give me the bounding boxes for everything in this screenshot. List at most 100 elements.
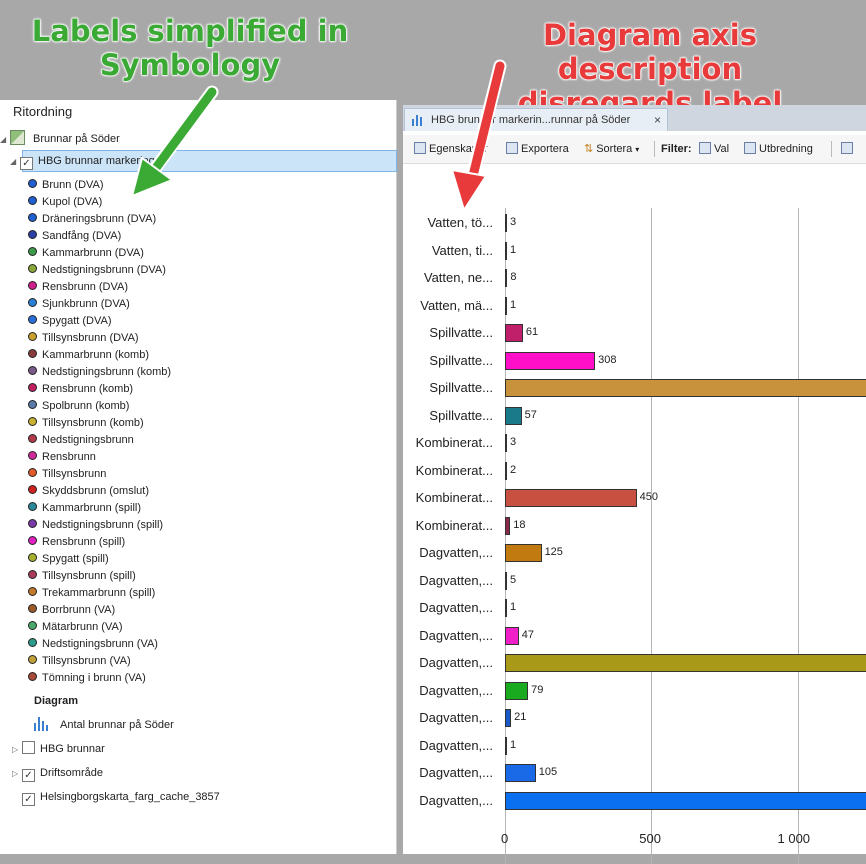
chart-bar[interactable] [505, 544, 542, 562]
legend-symbol-icon [28, 604, 37, 613]
chart-bar[interactable] [505, 406, 522, 425]
legend-item[interactable]: Dräneringsbrunn (DVA) [28, 211, 171, 228]
chart-bar[interactable] [505, 461, 507, 480]
expand-icon[interactable]: ▷ [12, 766, 20, 782]
toolbar-separator [654, 141, 655, 157]
chart-bar[interactable] [505, 764, 536, 782]
legend-item[interactable]: Spolbrunn (komb) [28, 398, 171, 415]
layer-basemap[interactable]: ✓ Helsingborgskarta_farg_cache_3857 [22, 789, 220, 806]
data-label: 8 [510, 271, 517, 283]
legend-item[interactable]: Nedstigningsbrunn (VA) [28, 636, 171, 653]
layer-visibility-checkbox[interactable]: ✓ [20, 157, 33, 170]
export-button[interactable]: Exportera [506, 140, 569, 158]
legend-item[interactable]: Tillsynsbrunn (komb) [28, 415, 171, 432]
chart-bar[interactable] [505, 654, 866, 672]
legend-item[interactable]: Sandfång (DVA) [28, 228, 171, 245]
data-label: 47 [521, 628, 534, 641]
legend-item[interactable]: Tillsynsbrunn [28, 466, 171, 483]
chart-bar[interactable] [505, 516, 511, 535]
legend-item[interactable]: Nedstigningsbrunn (komb) [28, 364, 171, 381]
legend-item[interactable]: Trekammarbrunn (spill) [28, 585, 171, 602]
legend-symbol-icon [28, 213, 37, 222]
filter-label: Filter: [661, 143, 692, 155]
x-tick-label: 500 [639, 831, 661, 846]
contents-title: Ritordning [13, 104, 73, 119]
legend-label: Kupol (DVA) [42, 196, 103, 208]
legend-item[interactable]: Skyddsbrunn (omslut) [28, 483, 171, 500]
annotation-green: Labels simplified in Symbology [30, 14, 350, 83]
legend-label: Mätarbrunn (VA) [42, 621, 123, 633]
legend-item[interactable]: Tillsynsbrunn (spill) [28, 568, 171, 585]
legend-item[interactable]: Rensbrunn [28, 449, 171, 466]
legend-item[interactable]: Brunn (DVA) [28, 177, 171, 194]
expand-icon[interactable]: ▷ [12, 742, 20, 758]
legend-item[interactable]: Nedstigningsbrunn (spill) [28, 517, 171, 534]
legend-item[interactable]: Rensbrunn (komb) [28, 381, 171, 398]
legend-item[interactable]: Rensbrunn (spill) [28, 534, 171, 551]
legend-item[interactable]: Mätarbrunn (VA) [28, 619, 171, 636]
layer-hbg-brunnar[interactable]: ▷ HBG brunnar [12, 741, 105, 757]
map-item[interactable]: ◢ Brunnar på Söder [0, 130, 120, 146]
legend-item[interactable]: Kammarbrunn (komb) [28, 347, 171, 364]
collapse-icon[interactable]: ◢ [0, 132, 8, 148]
collapse-icon[interactable]: ◢ [10, 154, 18, 170]
properties-button[interactable]: Egenskaper [414, 140, 488, 158]
legend-item[interactable]: Spygatt (spill) [28, 551, 171, 568]
extent-filter-button[interactable]: Utbredning [744, 140, 813, 158]
legend-symbol-icon [28, 315, 37, 324]
chart-bar[interactable] [505, 791, 866, 810]
chart-bar[interactable] [505, 324, 523, 342]
chart-bar[interactable] [505, 214, 507, 232]
legend-symbol-icon [28, 468, 37, 477]
legend-item[interactable]: Tillsynsbrunn (VA) [28, 653, 171, 670]
legend-symbol-icon [28, 332, 37, 341]
close-icon[interactable]: × [654, 109, 661, 131]
legend-item[interactable]: Kupol (DVA) [28, 194, 171, 211]
filter-extent-icon [744, 142, 756, 154]
legend-item[interactable]: Nedstigningsbrunn [28, 432, 171, 449]
chart-bar[interactable] [505, 379, 866, 397]
legend-item[interactable]: Tömning i brunn (VA) [28, 670, 171, 687]
toolbar-separator [831, 141, 832, 157]
chart-bar[interactable] [505, 241, 507, 260]
legend-item[interactable]: Kammarbrunn (DVA) [28, 245, 171, 262]
chart-bar[interactable] [505, 489, 637, 507]
legend-item[interactable]: Nedstigningsbrunn (DVA) [28, 262, 171, 279]
chart-bar[interactable] [505, 736, 507, 755]
legend-item[interactable]: Rensbrunn (DVA) [28, 279, 171, 296]
legend-label: Nedstigningsbrunn (spill) [42, 519, 164, 531]
diagram-item-label: Antal brunnar på Söder [60, 719, 174, 731]
diagram-heading: Diagram [34, 695, 79, 707]
chart-bar[interactable] [505, 571, 507, 590]
legend-symbol-icon [28, 434, 37, 443]
legend-symbol-icon [28, 383, 37, 392]
legend-item[interactable]: Spygatt (DVA) [28, 313, 171, 330]
chart-bar[interactable] [505, 434, 507, 452]
layer-visibility-checkbox[interactable]: ✓ [22, 769, 35, 782]
chart-bar[interactable] [505, 296, 507, 315]
layer-driftsomrade[interactable]: ▷ ✓ Driftsområde [12, 765, 103, 782]
y-tick-label: Vatten, ti... [431, 242, 493, 258]
chart-bar[interactable] [505, 351, 596, 370]
layer-visibility-checkbox[interactable] [22, 741, 35, 754]
chart-bar[interactable] [505, 269, 508, 287]
chart-bar[interactable] [505, 599, 507, 617]
export-icon [506, 142, 518, 154]
layer-hbg-markering[interactable]: ◢ ✓ HBG brunnar markering [10, 153, 155, 170]
legend-item[interactable]: Tillsynsbrunn (DVA) [28, 330, 171, 347]
legend-label: Rensbrunn (komb) [42, 383, 134, 395]
legend-item[interactable]: Borrbrunn (VA) [28, 602, 171, 619]
chart-toolbar: Egenskaper Exportera ⇅ Sortera ▾ Filter: V… [403, 135, 866, 164]
table-button[interactable] [841, 140, 856, 158]
legend-item[interactable]: Kammarbrunn (spill) [28, 500, 171, 517]
selection-filter-button[interactable]: Val [699, 140, 729, 158]
diagram-item[interactable]: Antal brunnar på Söder [34, 717, 174, 731]
layer-visibility-checkbox[interactable]: ✓ [22, 793, 35, 806]
chart-bar[interactable] [505, 681, 529, 700]
chart-bar[interactable] [505, 626, 519, 645]
chart-tab[interactable]: HBG brunnar markerin...runnar på Söder × [404, 108, 668, 131]
chart-bar[interactable] [505, 709, 512, 727]
legend-symbol-icon [28, 655, 37, 664]
legend-item[interactable]: Sjunkbrunn (DVA) [28, 296, 171, 313]
sort-button[interactable]: ⇅ Sortera ▾ [584, 140, 639, 158]
